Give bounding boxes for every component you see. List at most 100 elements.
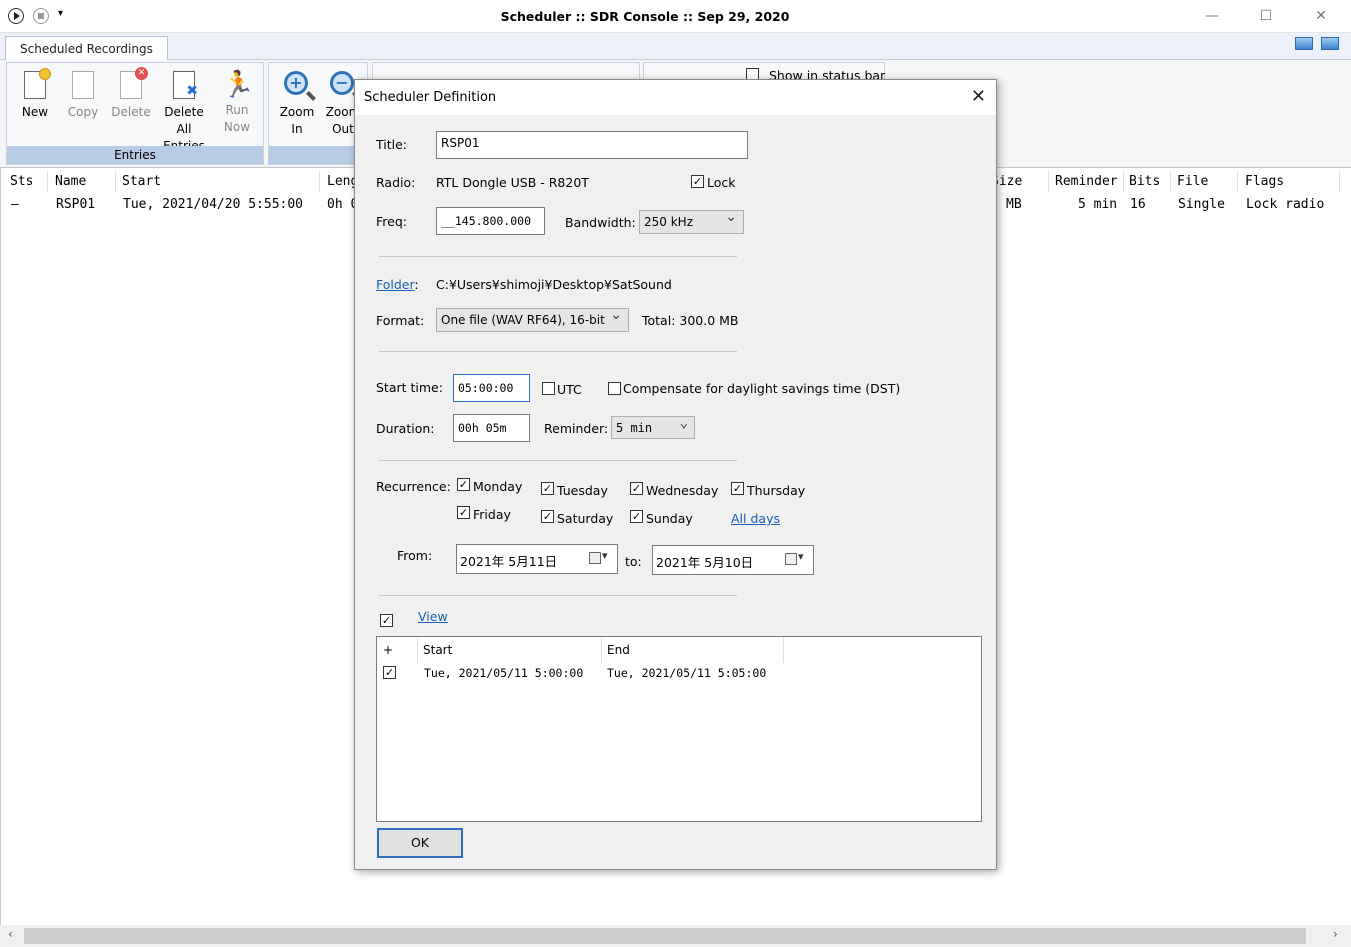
column-reminder[interactable]: Reminder [1055,174,1118,189]
dialog-close-button[interactable]: ✕ [971,86,986,107]
monitor-icon[interactable] [1321,37,1339,50]
run-now-label-2: Now [223,120,251,134]
cell-reminder: 5 min [1078,197,1118,212]
column-start[interactable]: Start [122,174,161,189]
view-checkbox[interactable] [380,614,393,627]
delete-icon: ✕ [120,67,148,99]
tab-scheduled-recordings[interactable]: Scheduled Recordings [5,36,168,61]
wednesday-checkbox[interactable] [630,482,643,495]
sunday-checkbox[interactable] [630,510,643,523]
expand-column[interactable]: + [383,643,393,657]
to-label: to: [625,554,642,569]
runner-icon: 🏃 [222,70,255,100]
cell-size: MB [1006,197,1022,212]
zoom-group-label [269,146,367,164]
scrollbar-thumb[interactable] [24,928,1306,944]
dst-checkbox[interactable] [608,382,621,395]
duration-input[interactable]: 00h 05m [453,414,530,442]
to-date-picker[interactable]: 2021年 5月10日 [652,545,814,575]
sunday-label: Sunday [646,511,693,526]
cell-sts: — [11,197,19,212]
dst-label: Compensate for daylight savings time (DS… [623,381,901,396]
duration-label: Duration: [376,421,435,436]
occurrence-row[interactable]: Tue, 2021/05/11 5:00:00 Tue, 2021/05/11 … [377,663,981,685]
freq-input[interactable]: __145.800.000 [436,207,545,235]
radio-label: Radio: [376,175,416,190]
calendar-icon[interactable] [785,550,804,565]
folder-label-wrap: Folder: [376,277,419,292]
from-date-picker[interactable]: 2021年 5月11日 [456,544,618,574]
entries-group: New Copy ✕ Delete ✖ Delete All Entries 🏃… [6,62,264,165]
from-date-value: 2021年 5月11日 [460,554,558,569]
close-button[interactable]: ✕ [1311,6,1331,26]
occurrence-checkbox[interactable] [383,666,396,679]
thursday-checkbox[interactable] [731,482,744,495]
utc-label: UTC [557,382,582,397]
all-days-link[interactable]: All days [731,511,780,526]
occurrences-list[interactable]: + Start End Tue, 2021/05/11 5:00:00 Tue,… [376,636,982,822]
new-document-icon [24,68,51,99]
scroll-left-icon[interactable]: ‹ [8,927,13,941]
delete-all-entries-button[interactable]: ✖ Delete All Entries [155,69,213,155]
delete-label: Delete [111,105,151,119]
friday-label: Friday [473,507,511,522]
horizontal-scrollbar[interactable]: ‹ › [0,925,1351,947]
run-now-button[interactable]: 🏃 Run Now [217,69,257,136]
zoom-in-icon: + [284,71,308,95]
folder-colon: : [414,277,419,292]
dialog-title: Scheduler Definition [364,90,497,105]
calendar-icon[interactable] [589,549,608,564]
format-select[interactable]: One file (WAV RF64), 16-bit [436,307,629,332]
bandwidth-select[interactable]: 250 kHz [639,209,744,234]
tuesday-label: Tuesday [557,483,608,498]
thursday-label: Thursday [747,483,806,498]
occurrences-start-column[interactable]: Start [423,643,452,657]
recurrence-label: Recurrence: [376,479,451,494]
new-button[interactable]: New [15,68,55,121]
title-input[interactable]: RSP01 [436,131,748,159]
zoom-in-label-1: Zoom [279,105,315,119]
zoom-in-label-2: In [291,122,303,136]
cell-name: RSP01 [56,197,96,212]
bandwidth-label: Bandwidth: [565,215,636,230]
saturday-checkbox[interactable] [541,510,554,523]
utc-checkbox[interactable] [542,382,555,395]
minimize-button[interactable]: — [1202,6,1222,26]
column-flags[interactable]: Flags [1245,174,1284,189]
entries-group-label: Entries [7,146,263,164]
copy-icon [72,71,94,99]
start-time-input[interactable]: 05:00:00 [453,374,530,402]
tuesday-checkbox[interactable] [541,482,554,495]
scroll-right-icon[interactable]: › [1333,927,1338,941]
title-bar: ▾ Scheduler :: SDR Console :: Sep 29, 20… [0,0,1351,33]
occurrence-start: Tue, 2021/05/11 5:00:00 [424,666,584,680]
lock-checkbox[interactable] [691,175,704,188]
column-sts[interactable]: Sts [10,174,33,189]
scheduler-definition-dialog: Scheduler Definition ✕ Title: RSP01 Radi… [354,79,997,870]
dialog-title-bar: Scheduler Definition ✕ [355,80,996,115]
reminder-select[interactable]: 5 min [611,415,695,439]
monday-checkbox[interactable] [457,478,470,491]
folder-path: C:¥Users¥shimoji¥Desktop¥SatSound [436,277,672,292]
column-file[interactable]: File [1177,174,1208,189]
zoom-in-button[interactable]: + Zoom In [277,69,317,138]
saturday-label: Saturday [557,511,614,526]
monitor-icon[interactable] [1295,37,1313,50]
column-bits[interactable]: Bits [1129,174,1160,189]
ribbon-tab-row: Scheduled Recordings [0,33,1351,61]
column-name[interactable]: Name [55,174,86,189]
copy-button[interactable]: Copy [63,69,103,121]
cell-file: Single [1178,197,1225,212]
friday-checkbox[interactable] [457,506,470,519]
lock-label: Lock [707,175,736,190]
new-label: New [21,105,49,119]
delete-button[interactable]: ✕ Delete [109,67,153,121]
to-date-value: 2021年 5月10日 [656,555,754,570]
folder-link[interactable]: Folder [376,277,414,292]
occurrences-end-column[interactable]: End [607,643,630,657]
maximize-button[interactable]: ☐ [1256,6,1276,26]
view-link[interactable]: View [418,609,448,624]
window-title: Scheduler :: SDR Console :: Sep 29, 2020 [500,9,790,24]
ok-button[interactable]: OK [377,828,463,858]
copy-label: Copy [67,105,99,119]
